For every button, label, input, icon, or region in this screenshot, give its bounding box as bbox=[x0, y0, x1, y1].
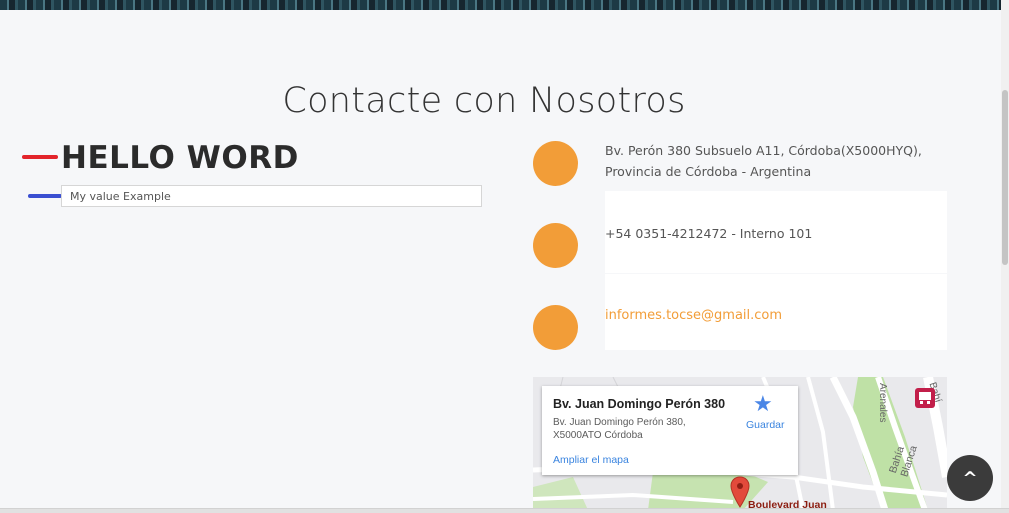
chevron-up-icon: ^ bbox=[962, 467, 978, 489]
header-banner-image bbox=[0, 0, 1002, 10]
address-line-1: Bv. Perón 380 Subsuelo A11, Córdoba(X500… bbox=[605, 143, 922, 158]
map-address-line-2: X5000ATO Córdoba bbox=[553, 430, 643, 441]
contact-item-address: Bv. Perón 380 Subsuelo A11, Córdoba(X500… bbox=[533, 140, 947, 224]
map-info-card: Bv. Juan Domingo Perón 380 Bv. Juan Domi… bbox=[542, 386, 798, 475]
save-place-button[interactable]: Guardar bbox=[746, 419, 785, 431]
map-place-address: Bv. Juan Domingo Perón 380, X5000ATO Cór… bbox=[553, 416, 713, 442]
bottom-border bbox=[0, 508, 1009, 513]
phone-text: +54 0351-4212472 - Interno 101 bbox=[605, 226, 813, 241]
scroll-to-top-button[interactable]: ^ bbox=[947, 455, 993, 501]
address-line-2: Provincia de Córdoba - Argentina bbox=[605, 164, 812, 179]
envelope-icon bbox=[533, 305, 578, 350]
email-link[interactable]: informes.tocse@gmail.com bbox=[605, 305, 782, 326]
map-place-title: Bv. Juan Domingo Perón 380 bbox=[553, 397, 726, 411]
star-icon[interactable]: ★ bbox=[753, 391, 773, 417]
address-panel bbox=[605, 191, 947, 222]
page-title: Contacte con Nosotros bbox=[282, 81, 686, 122]
map-address-line-1: Bv. Juan Domingo Perón 380, bbox=[553, 417, 686, 428]
contact-item-phone: +54 0351-4212472 - Interno 101 bbox=[533, 222, 947, 306]
value-input[interactable] bbox=[61, 185, 482, 207]
map-street-label: Arenales bbox=[877, 383, 888, 423]
embedded-map[interactable]: Arenales Bahía Blanca Bahí Bv. Juan Domi… bbox=[533, 377, 947, 510]
map-pin-icon[interactable] bbox=[730, 476, 750, 508]
map-marker-icon bbox=[533, 141, 578, 186]
phone-icon bbox=[533, 223, 578, 268]
contact-item-email: informes.tocse@gmail.com bbox=[533, 304, 947, 350]
red-accent-line bbox=[22, 155, 58, 159]
scrollbar-thumb[interactable] bbox=[1002, 90, 1008, 265]
blue-accent-line bbox=[28, 194, 62, 198]
phone-panel-lower bbox=[605, 274, 947, 304]
transit-station-icon bbox=[915, 388, 935, 408]
enlarge-map-link[interactable]: Ampliar el mapa bbox=[553, 454, 629, 466]
address-text: Bv. Perón 380 Subsuelo A11, Córdoba(X500… bbox=[605, 140, 922, 182]
vertical-scrollbar[interactable] bbox=[1001, 0, 1009, 513]
hello-heading: HELLO WORD bbox=[61, 140, 299, 176]
